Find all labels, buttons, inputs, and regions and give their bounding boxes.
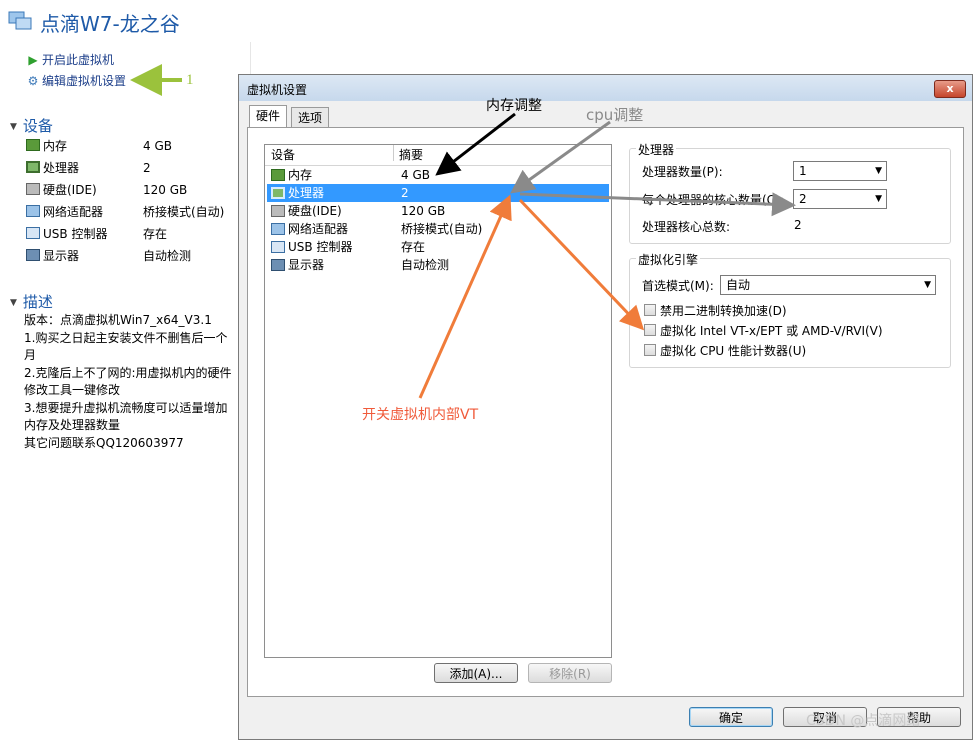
play-icon: ▶: [28, 53, 38, 67]
list-row-processor[interactable]: 处理器 2: [267, 184, 609, 202]
column-divider: [393, 145, 394, 161]
collapse-icon: ▼: [10, 122, 17, 132]
virtualize-vtx-checkbox[interactable]: [644, 324, 656, 336]
device-row-usb[interactable]: USB 控制器 存在: [26, 224, 246, 244]
device-list[interactable]: 设备 摘要 内存 4 GB 处理器 2 硬盘(IDE) 120 GB 网络适配器 桥接模…: [264, 144, 612, 658]
add-button[interactable]: 添加(A)...: [434, 663, 518, 683]
disk-icon: [26, 183, 40, 195]
proc-count-select[interactable]: 1 ▼: [793, 161, 887, 181]
list-row-network[interactable]: 网络适配器 桥接模式(自动): [267, 220, 609, 238]
memory-icon: [271, 169, 285, 181]
edit-settings-icon: ⚙: [27, 74, 39, 88]
remove-button[interactable]: 移除(R): [528, 663, 612, 683]
devices-section-header[interactable]: ▼ 设备: [10, 115, 53, 136]
watermark: CSDN @点滴网络: [806, 713, 921, 729]
vm-title: 点滴W7-龙之谷: [40, 12, 180, 36]
preferred-mode-label: 首选模式(M):: [642, 279, 714, 293]
device-row-memory[interactable]: 内存 4 GB: [26, 136, 246, 156]
cpu-annotation: cpu调整: [586, 106, 644, 124]
column-summary[interactable]: 摘要: [399, 145, 423, 165]
tab-hardware[interactable]: 硬件: [249, 105, 288, 129]
monitor-icon: [271, 259, 285, 271]
annotation-number: 1: [186, 72, 194, 88]
list-row-display[interactable]: 显示器 自动检测: [267, 256, 609, 274]
network-icon: [26, 205, 40, 217]
list-row-memory[interactable]: 内存 4 GB: [267, 166, 609, 184]
column-device[interactable]: 设备: [271, 145, 295, 165]
power-on-action[interactable]: ▶ 开启此虚拟机: [26, 51, 114, 69]
chevron-down-icon: ▼: [924, 280, 931, 290]
virtualization-group: 虚拟化引擎 首选模式(M): 自动 ▼ 禁用二进制转换加速(D) 虚拟化 Inte…: [629, 251, 951, 368]
processor-group: 处理器 处理器数量(P): 1 ▼ 每个处理器的核心数量(C): 2 ▼ 处理器核心…: [629, 141, 951, 244]
cores-select[interactable]: 2 ▼: [793, 189, 887, 209]
hardware-panel: 设备 摘要 内存 4 GB 处理器 2 硬盘(IDE) 120 GB 网络适配器 桥接模…: [247, 127, 964, 697]
edit-settings-action[interactable]: ⚙ 编辑虚拟机设置: [26, 72, 126, 90]
virtualize-cpu-counters-label: 虚拟化 CPU 性能计数器(U): [660, 344, 807, 358]
list-row-usb[interactable]: USB 控制器 存在: [267, 238, 609, 256]
virtualize-cpu-counters-checkbox[interactable]: [644, 344, 656, 356]
usb-icon: [271, 241, 285, 253]
cores-label: 每个处理器的核心数量(C):: [642, 193, 784, 207]
close-button[interactable]: x: [934, 80, 966, 98]
collapse-icon: ▼: [10, 298, 17, 308]
cpu-icon: [26, 161, 40, 173]
total-cores-value: 2: [794, 218, 802, 232]
dialog-titlebar[interactable]: 虚拟机设置 x: [239, 75, 972, 101]
disable-binary-translation-checkbox[interactable]: [644, 304, 656, 316]
cpu-icon: [271, 187, 285, 199]
memory-icon: [26, 139, 40, 151]
vt-annotation: 开关虚拟机内部VT: [362, 407, 479, 423]
device-list-header: 设备 摘要: [265, 145, 611, 166]
dialog-title: 虚拟机设置: [247, 83, 308, 97]
device-row-processor[interactable]: 处理器 2: [26, 158, 246, 178]
total-cores-label: 处理器核心总数:: [642, 220, 731, 234]
tab-options[interactable]: 选项: [291, 107, 330, 128]
network-icon: [271, 223, 285, 235]
description-text: 版本：点滴虚拟机Win7_x64_V3.1 1.购买之日起主安装文件不删售后一个…: [24, 313, 232, 450]
chevron-down-icon: ▼: [875, 194, 882, 204]
processor-group-title: 处理器: [636, 141, 677, 158]
ok-button[interactable]: 确定: [689, 707, 773, 727]
virtualize-vtx-label: 虚拟化 Intel VT-x/EPT 或 AMD-V/RVI(V): [660, 324, 883, 338]
preferred-mode-select[interactable]: 自动 ▼: [720, 275, 936, 295]
vm-settings-dialog: 虚拟机设置 x 硬件 选项 设备 摘要 内存 4 GB 处理器 2 硬盘(IDE) 1…: [238, 74, 973, 740]
usb-icon: [26, 227, 40, 239]
proc-count-label: 处理器数量(P):: [642, 165, 723, 179]
disk-icon: [271, 205, 285, 217]
disable-binary-translation-label: 禁用二进制转换加速(D): [660, 304, 787, 318]
device-row-disk[interactable]: 硬盘(IDE) 120 GB: [26, 180, 246, 200]
list-row-disk[interactable]: 硬盘(IDE) 120 GB: [267, 202, 609, 220]
vm-header: 点滴W7-龙之谷: [0, 0, 973, 42]
vm-computer-icon: [8, 11, 32, 30]
description-section-header[interactable]: ▼ 描述: [10, 291, 53, 312]
chevron-down-icon: ▼: [875, 166, 882, 176]
device-row-display[interactable]: 显示器 自动检测: [26, 246, 246, 266]
virtualization-group-title: 虚拟化引擎: [636, 251, 701, 268]
memory-annotation: 内存调整: [486, 98, 542, 114]
device-row-network[interactable]: 网络适配器 桥接模式(自动): [26, 202, 246, 222]
monitor-icon: [26, 249, 40, 261]
